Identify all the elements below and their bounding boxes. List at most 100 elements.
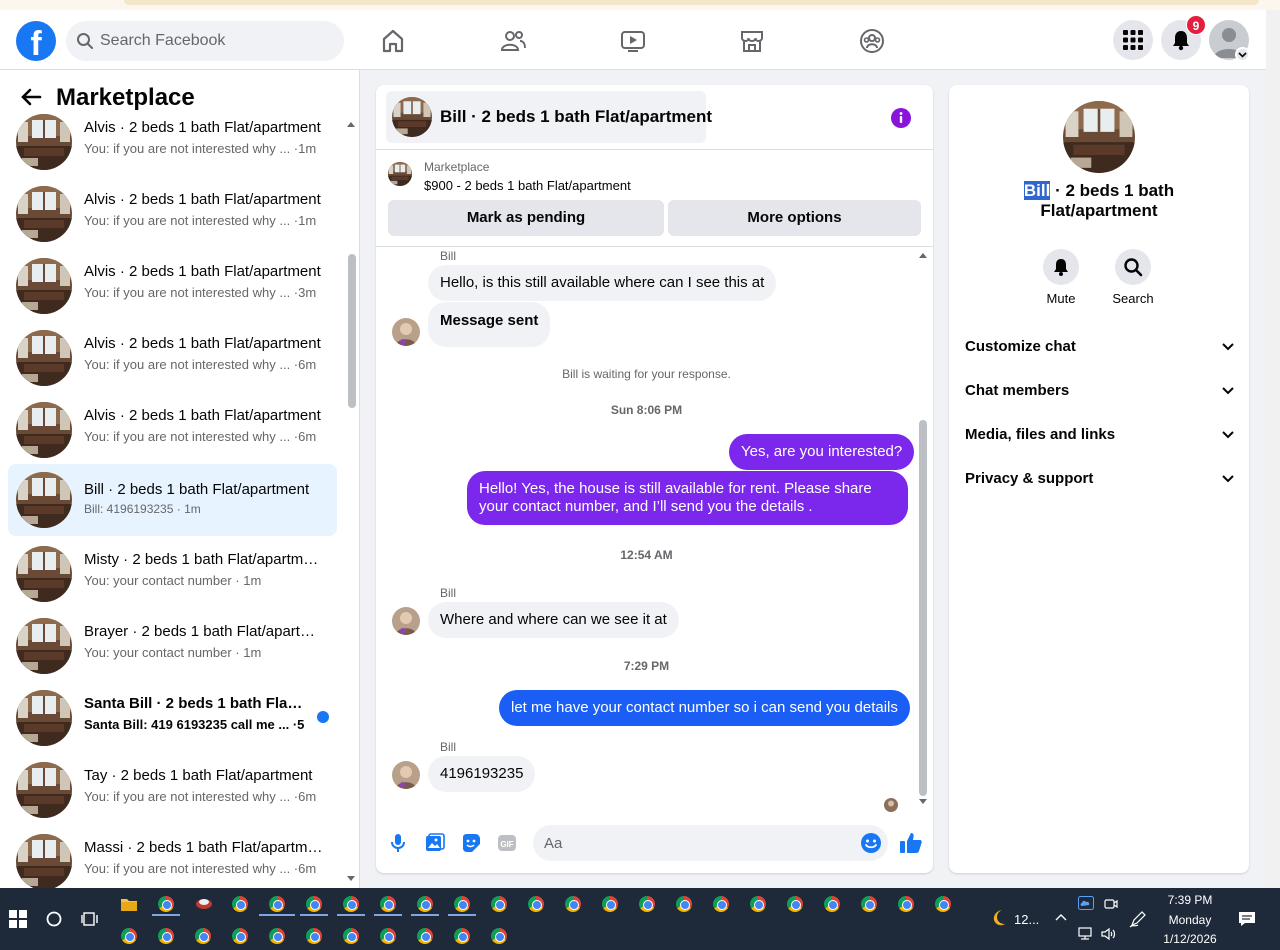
- conversation-item-unread[interactable]: Santa Bill · 2 beds 1 bath Flat/apartmen…: [8, 686, 337, 750]
- chrome-taskbar-icon[interactable]: [491, 928, 507, 944]
- conversation-item[interactable]: Alvis · 2 beds 1 bath Flat/apartment You…: [8, 326, 337, 390]
- conversation-item[interactable]: Tay · 2 beds 1 bath Flat/apartment You: …: [8, 758, 337, 822]
- chrome-taskbar-icon[interactable]: [380, 928, 396, 944]
- video-icon[interactable]: [620, 28, 646, 54]
- pen-icon[interactable]: [1129, 910, 1147, 928]
- chrome-taskbar-icon[interactable]: [491, 896, 507, 912]
- mark-as-pending-button[interactable]: Mark as pending: [388, 200, 664, 236]
- message-scroll-thumb[interactable]: [919, 420, 927, 796]
- mute-button[interactable]: [1043, 249, 1079, 285]
- chrome-taskbar-icon[interactable]: [306, 896, 322, 912]
- account-caret[interactable]: [1235, 47, 1250, 62]
- message-scrollbar[interactable]: [917, 248, 929, 808]
- incoming-message[interactable]: Where and where can we see it at: [428, 602, 679, 638]
- moon-weather-icon[interactable]: [988, 908, 1008, 928]
- more-options-button[interactable]: More options: [668, 200, 921, 236]
- search-input[interactable]: [100, 21, 330, 61]
- chrome-taskbar-icon[interactable]: [898, 896, 914, 912]
- task-view-icon[interactable]: [81, 910, 99, 928]
- notification-center-icon[interactable]: [1238, 910, 1256, 928]
- chrome-taskbar-icon[interactable]: [158, 896, 174, 912]
- chat-members-row[interactable]: Chat members: [965, 377, 1235, 405]
- search-box[interactable]: [66, 21, 344, 61]
- page-scrollbar[interactable]: [1266, 10, 1280, 888]
- listing-price[interactable]: $900 - 2 beds 1 bath Flat/apartment: [424, 178, 631, 193]
- customize-chat-row[interactable]: Customize chat: [965, 333, 1235, 361]
- search-circle-icon[interactable]: [46, 911, 62, 927]
- info-icon[interactable]: [890, 107, 912, 129]
- scroll-up-icon[interactable]: [346, 120, 356, 128]
- chevron-up-icon[interactable]: [1055, 913, 1067, 921]
- menu-button[interactable]: [1113, 20, 1153, 60]
- chrome-taskbar-icon[interactable]: [787, 896, 803, 912]
- conversation-item[interactable]: Alvis · 2 beds 1 bath Flat/apartment You…: [8, 254, 337, 318]
- chrome-taskbar-icon[interactable]: [269, 928, 285, 944]
- gif-icon[interactable]: GIF: [497, 833, 517, 853]
- chrome-taskbar-icon[interactable]: [417, 928, 433, 944]
- microphone-icon[interactable]: [389, 833, 407, 853]
- outgoing-message[interactable]: let me have your contact number so i can…: [499, 690, 910, 726]
- windows-start-icon[interactable]: [9, 910, 27, 928]
- weather-text[interactable]: 12...: [1014, 912, 1039, 927]
- outgoing-message[interactable]: Yes, are you interested?: [729, 434, 915, 470]
- conversation-item-active[interactable]: Bill · 2 beds 1 bath Flat/apartment Bill…: [8, 464, 337, 536]
- emoji-icon[interactable]: [860, 832, 882, 854]
- chrome-taskbar-icon[interactable]: [602, 896, 618, 912]
- chrome-taskbar-icon[interactable]: [676, 896, 692, 912]
- marketplace-icon[interactable]: [739, 28, 765, 54]
- conversation-item[interactable]: Misty · 2 beds 1 bath Flat/apartment You…: [8, 542, 337, 606]
- clock-date[interactable]: 1/12/2026: [1150, 932, 1230, 946]
- chrome-taskbar-icon[interactable]: [713, 896, 729, 912]
- chrome-taskbar-icon[interactable]: [269, 896, 285, 912]
- conversation-item[interactable]: Massi · 2 beds 1 bath Flat/apartment You…: [8, 830, 337, 888]
- photo-icon[interactable]: [425, 833, 445, 853]
- chrome-taskbar-icon[interactable]: [158, 928, 174, 944]
- message-input[interactable]: [544, 825, 844, 861]
- friends-icon[interactable]: [500, 28, 526, 54]
- scroll-up-icon[interactable]: [918, 251, 928, 259]
- volume-icon[interactable]: [1101, 927, 1117, 941]
- chrome-taskbar-icon[interactable]: [639, 896, 655, 912]
- scroll-down-icon[interactable]: [918, 798, 928, 806]
- sidebar-scroll-thumb[interactable]: [348, 254, 356, 408]
- mute-action[interactable]: Mute: [1031, 249, 1091, 306]
- incoming-message[interactable]: 4196193235: [428, 756, 536, 792]
- chrome-taskbar-icon[interactable]: [232, 928, 248, 944]
- incoming-message[interactable]: Message sent: [428, 302, 551, 347]
- chrome-taskbar-icon[interactable]: [454, 896, 470, 912]
- search-button[interactable]: [1115, 249, 1151, 285]
- chrome-taskbar-icon[interactable]: [380, 896, 396, 912]
- conversation-item[interactable]: Alvis · 2 beds 1 bath Flat/apartment You…: [8, 398, 337, 462]
- meet-now-icon[interactable]: [1104, 897, 1118, 911]
- chrome-taskbar-icon[interactable]: [454, 928, 470, 944]
- search-action[interactable]: Search: [1103, 249, 1163, 306]
- chrome-taskbar-icon[interactable]: [232, 896, 248, 912]
- clock-time[interactable]: 7:39 PM: [1150, 893, 1230, 907]
- chrome-taskbar-icon[interactable]: [417, 896, 433, 912]
- groups-icon[interactable]: [859, 28, 885, 54]
- scroll-down-icon[interactable]: [346, 875, 356, 883]
- chrome-taskbar-icon[interactable]: [861, 896, 877, 912]
- incoming-message[interactable]: Hello, is this still available where can…: [428, 265, 777, 301]
- chrome-taskbar-icon[interactable]: [306, 928, 322, 944]
- back-arrow-icon[interactable]: [20, 86, 42, 108]
- chrome-taskbar-icon[interactable]: [528, 896, 544, 912]
- conversation-item[interactable]: Alvis · 2 beds 1 bath Flat/apartment You…: [8, 182, 337, 246]
- chrome-taskbar-icon[interactable]: [565, 896, 581, 912]
- cloud-icon[interactable]: [1078, 896, 1094, 910]
- chrome-taskbar-icon[interactable]: [935, 896, 951, 912]
- chat-header[interactable]: Bill · 2 beds 1 bath Flat/apartment: [386, 91, 712, 143]
- file-explorer-icon[interactable]: [120, 896, 138, 912]
- chrome-taskbar-icon[interactable]: [824, 896, 840, 912]
- clock-day[interactable]: Monday: [1150, 913, 1230, 927]
- conversation-item[interactable]: Alvis · 2 beds 1 bath Flat/apartment You…: [8, 110, 337, 174]
- message-input-box[interactable]: [533, 825, 888, 861]
- media-files-links-row[interactable]: Media, files and links: [965, 421, 1235, 449]
- facebook-logo[interactable]: f: [16, 21, 56, 61]
- conversation-item[interactable]: Brayer · 2 beds 1 bath Flat/apartment Yo…: [8, 614, 337, 678]
- outgoing-message[interactable]: Hello! Yes, the house is still available…: [467, 471, 908, 525]
- sidebar-scrollbar[interactable]: [345, 120, 357, 888]
- network-icon[interactable]: [1078, 927, 1094, 941]
- chrome-taskbar-icon[interactable]: [343, 896, 359, 912]
- chrome-taskbar-icon[interactable]: [121, 928, 137, 944]
